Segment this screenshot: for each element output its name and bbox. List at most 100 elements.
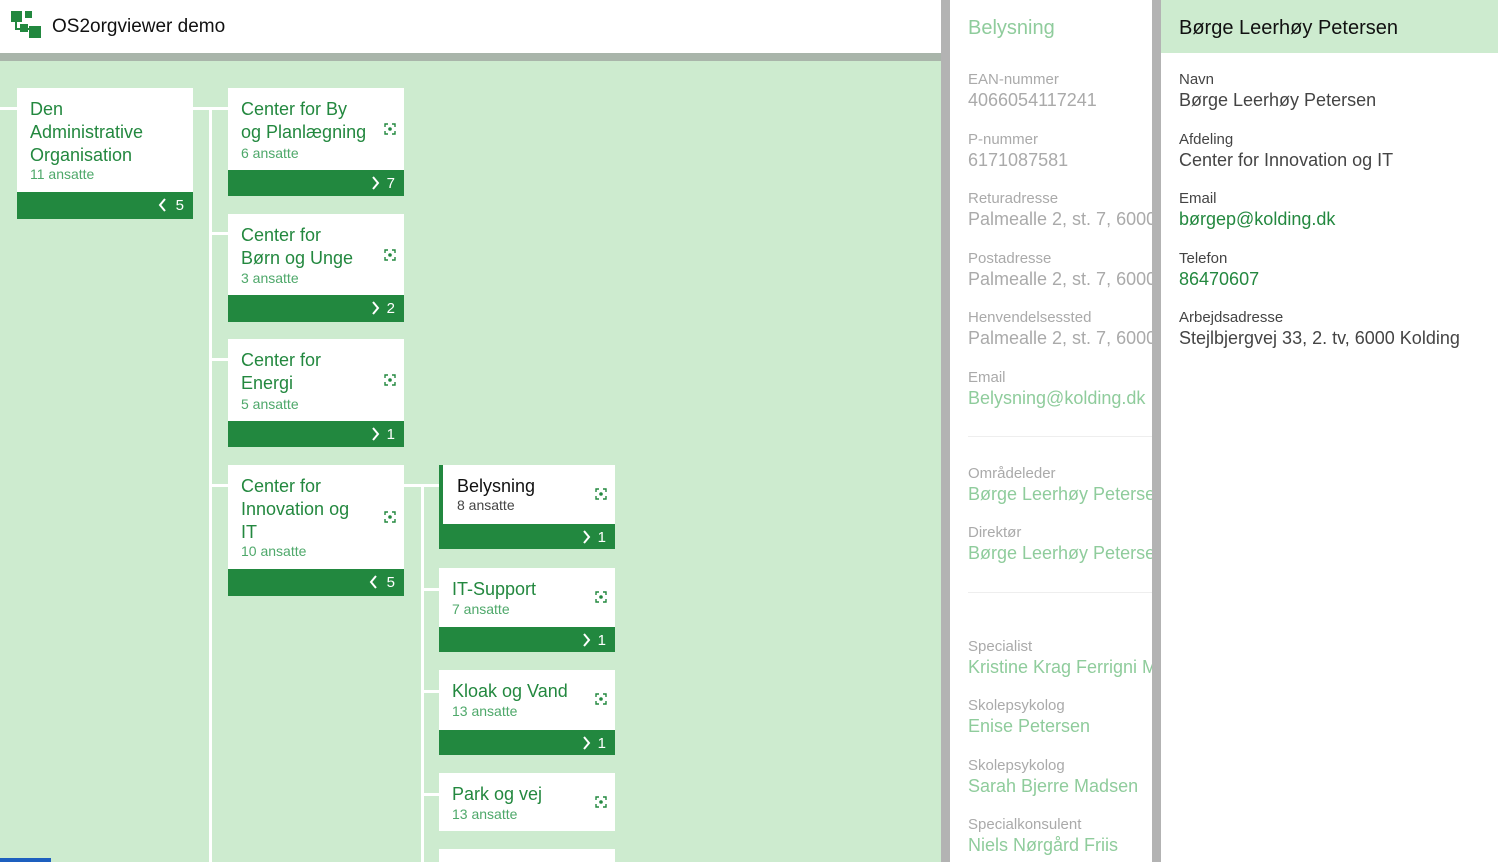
manager-link[interactable]: Børge Leerhøy Petersen [968, 484, 1161, 505]
focus-icon[interactable] [595, 591, 607, 603]
chevron-left-icon [369, 575, 377, 589]
field-value: Palmealle 2, st. 7, 6000 [968, 209, 1157, 229]
expand-children-button[interactable]: 1 [439, 730, 615, 755]
field-label: Områdeleder [968, 465, 1056, 482]
org-unit-name-line: Center for [241, 225, 322, 245]
expand-children-button[interactable]: 1 [439, 524, 615, 549]
expand-children-button[interactable]: 2 [228, 295, 404, 322]
person-phone-link[interactable]: 86470607 [1179, 269, 1259, 290]
field-value: Center for Innovation og IT [1179, 150, 1394, 170]
field-label: Returadresse [968, 190, 1059, 207]
field-value: Børge Leerhøy Petersen [1179, 90, 1377, 110]
org-unit-card[interactable]: Den Administrative Organisation 11 ansat… [17, 88, 193, 192]
org-unit-name-line: Energi [241, 373, 294, 393]
unit-details-panel: Belysning EAN-nummer 4066054117241 P-num… [941, 0, 1161, 862]
org-unit-card[interactable]: Kloak og Vand 13 ansatte [439, 670, 615, 730]
org-unit-card[interactable]: IT-Support 7 ansatte [439, 568, 615, 627]
connector [421, 588, 439, 591]
field-label: Arbejdsadresse [1179, 309, 1284, 326]
chevron-right-icon [372, 427, 380, 441]
org-unit-card[interactable]: Park og vej 13 ansatte [439, 773, 615, 831]
person-details-title: Børge Leerhøy Petersen [1179, 17, 1398, 39]
connector [421, 484, 424, 862]
staff-link[interactable]: Enise Petersen [968, 716, 1090, 737]
field-label: Skolepsykolog [968, 757, 1065, 774]
org-unit-card[interactable]: Center for Innovation og IT 10 ansatte [228, 465, 404, 569]
staff-link[interactable]: Kristine Krag Ferrigni Ma [968, 657, 1161, 678]
org-unit-card[interactable] [439, 849, 615, 862]
manager-link[interactable]: Børge Leerhøy Petersen [968, 543, 1161, 564]
person-field: Afdeling Center for Innovation og IT [1179, 131, 1393, 171]
app-title: OS2orgviewer demo [52, 16, 226, 37]
org-unit-name-line: IT [241, 522, 257, 542]
employee-count: 13 ansatte [452, 703, 518, 719]
org-chart-icon[interactable] [11, 11, 41, 38]
staff-link[interactable]: Niels Nørgård Friis [968, 835, 1118, 856]
person-email-link[interactable]: børgep@kolding.dk [1179, 209, 1335, 230]
field-label: Henvendelsessted [968, 309, 1092, 326]
employee-count: 7 ansatte [452, 601, 510, 617]
expand-children-button[interactable]: 1 [439, 627, 615, 652]
org-unit-name-line: Center for [241, 350, 322, 370]
person-field: Telefon 86470607 [1179, 250, 1259, 290]
child-count: 1 [597, 529, 606, 546]
unit-field: Returadresse Palmealle 2, st. 7, 6000 [968, 190, 1156, 230]
person-field: Arbejdsadresse Stejlbjergvej 33, 2. tv, … [1179, 309, 1460, 349]
focus-icon[interactable] [595, 796, 607, 808]
unit-field: Postadresse Palmealle 2, st. 7, 6000 [968, 250, 1156, 290]
connector [0, 107, 17, 110]
focus-icon[interactable] [384, 374, 396, 386]
focus-icon[interactable] [384, 249, 396, 261]
field-label: Email [1179, 190, 1217, 207]
unit-field: P-nummer 6171087581 [968, 131, 1068, 171]
chevron-left-icon [158, 198, 166, 212]
panel-edge [1152, 0, 1161, 862]
person-details-panel: Børge Leerhøy Petersen Navn Børge Leerhø… [1161, 0, 1498, 862]
org-unit-card[interactable]: Center for By og Planlægning 6 ansatte [228, 88, 404, 170]
focus-icon[interactable] [384, 123, 396, 135]
field-label: Afdeling [1179, 131, 1234, 148]
staff-link[interactable]: Sarah Bjerre Madsen [968, 776, 1138, 797]
focus-icon[interactable] [595, 488, 607, 500]
connector [421, 690, 439, 693]
field-label: EAN-nummer [968, 71, 1059, 88]
focus-icon[interactable] [595, 693, 607, 705]
chevron-right-icon [583, 736, 591, 750]
expand-children-button[interactable]: 1 [228, 421, 404, 447]
employee-count: 13 ansatte [452, 806, 518, 822]
field-label: Email [968, 369, 1006, 386]
employee-count: 6 ansatte [241, 145, 299, 161]
field-label: Telefon [1179, 250, 1228, 267]
person-field: Email børgep@kolding.dk [1179, 190, 1335, 230]
collapse-children-button[interactable]: 5 [17, 192, 193, 219]
org-unit-name-line: Børn og Unge [241, 248, 354, 268]
field-value: Stejlbjergvej 33, 2. tv, 6000 Kolding [1179, 328, 1460, 348]
org-unit-name-line: Administrative [30, 122, 144, 142]
org-unit-name-line: og Planlægning [241, 122, 367, 142]
org-unit-card[interactable]: Center for Energi 5 ansatte [228, 339, 404, 421]
staff-field: Specialist Kristine Krag Ferrigni Ma [968, 638, 1161, 678]
org-unit-card-selected[interactable]: Belysning 8 ansatte [439, 465, 615, 524]
field-value: Palmealle 2, st. 7, 6000 [968, 269, 1157, 289]
org-unit-card[interactable]: Center for Børn og Unge 3 ansatte [228, 214, 404, 295]
org-unit-name-line: Den [30, 99, 64, 119]
employee-count: 11 ansatte [30, 166, 95, 182]
expand-children-button[interactable]: 7 [228, 170, 404, 196]
focus-icon[interactable] [384, 511, 396, 523]
manager-field: Direktør Børge Leerhøy Petersen [968, 524, 1161, 564]
org-unit-name-line: Center for By [241, 99, 348, 119]
field-label: Specialkonsulent [968, 816, 1082, 833]
field-value: Palmealle 2, st. 7, 6000 [968, 328, 1157, 348]
org-unit-name: Center for By og Planlægning [241, 98, 366, 144]
org-tree[interactable]: Den Administrative Organisation 11 ansat… [0, 61, 941, 862]
collapse-children-button[interactable]: 5 [228, 569, 404, 596]
panel-edge [941, 0, 950, 862]
person-field: Navn Børge Leerhøy Petersen [1179, 71, 1376, 111]
connector [421, 793, 439, 796]
org-unit-name: Den Administrative Organisation [30, 98, 143, 167]
field-label: Navn [1179, 71, 1215, 88]
employee-count: 3 ansatte [241, 270, 299, 286]
unit-email-link[interactable]: Belysning@kolding.dk [968, 388, 1145, 409]
chevron-right-icon [372, 176, 380, 190]
child-count: 7 [386, 175, 395, 192]
